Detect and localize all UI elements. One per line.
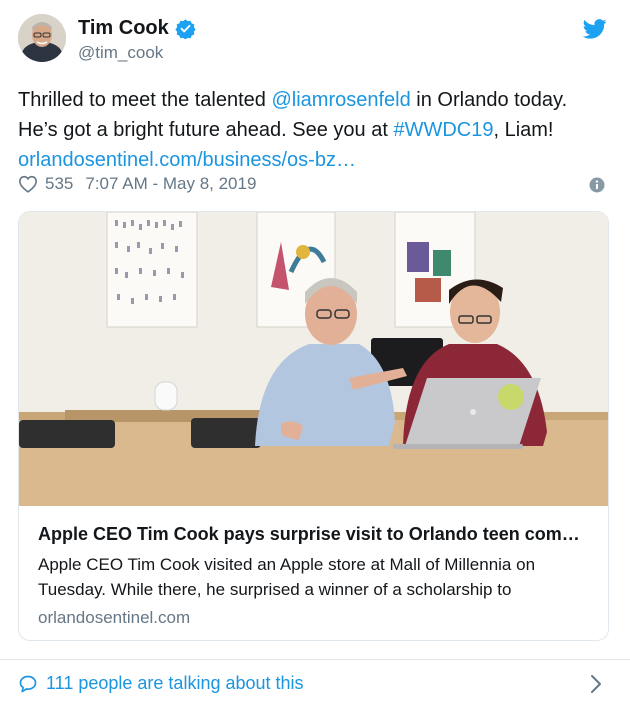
tweet-text-segment: He’s got a bright future ahead. See you …: [18, 119, 394, 141]
article-link[interactable]: orlandosentinel.com/business/os-bz…: [18, 149, 356, 171]
speech-bubble-icon: [18, 674, 38, 694]
twitter-bird-icon[interactable]: [582, 18, 607, 40]
info-icon[interactable]: [589, 177, 605, 193]
display-name[interactable]: Tim Cook: [78, 17, 169, 40]
hashtag-link[interactable]: #WWDC19: [393, 119, 493, 141]
like-count[interactable]: 535: [45, 174, 73, 194]
author-handle[interactable]: @tim_cook: [78, 43, 163, 63]
mention-link[interactable]: @liamrosenfeld: [271, 89, 410, 111]
tweet-text-segment: in Orlando today.: [410, 89, 568, 111]
tweet-text-segment: , Liam!: [493, 119, 554, 141]
chevron-right-icon[interactable]: [590, 674, 602, 694]
embedded-tweet: Tim Cook @tim_cook Thrilled to meet the …: [0, 0, 630, 703]
tweet-text-segment: Thrilled to meet the talented: [18, 89, 272, 111]
link-preview-card[interactable]: Apple CEO Tim Cook pays surprise visit t…: [18, 211, 609, 641]
tweet-text: Thrilled to meet the talented @liamrosen…: [18, 85, 613, 175]
card-description: Apple CEO Tim Cook visited an Apple stor…: [38, 555, 536, 599]
conversation-count-text[interactable]: 111 people are talking about this: [46, 673, 304, 694]
conversation-link[interactable]: 111 people are talking about this: [18, 673, 304, 694]
tweet-meta: 535 7:07 AM - May 8, 2019: [18, 174, 256, 194]
card-body[interactable]: Apple CEO Tim Cook pays surprise visit t…: [38, 522, 598, 628]
author-name-row[interactable]: Tim Cook: [78, 17, 196, 40]
card-title[interactable]: Apple CEO Tim Cook pays surprise visit t…: [38, 522, 598, 546]
avatar[interactable]: [18, 14, 66, 62]
card-domain: orlandosentinel.com: [38, 608, 191, 627]
divider: [0, 659, 630, 660]
heart-icon[interactable]: [18, 175, 38, 193]
verified-badge-icon: [175, 18, 196, 40]
card-image[interactable]: [19, 212, 608, 506]
timestamp[interactable]: 7:07 AM - May 8, 2019: [85, 174, 256, 194]
